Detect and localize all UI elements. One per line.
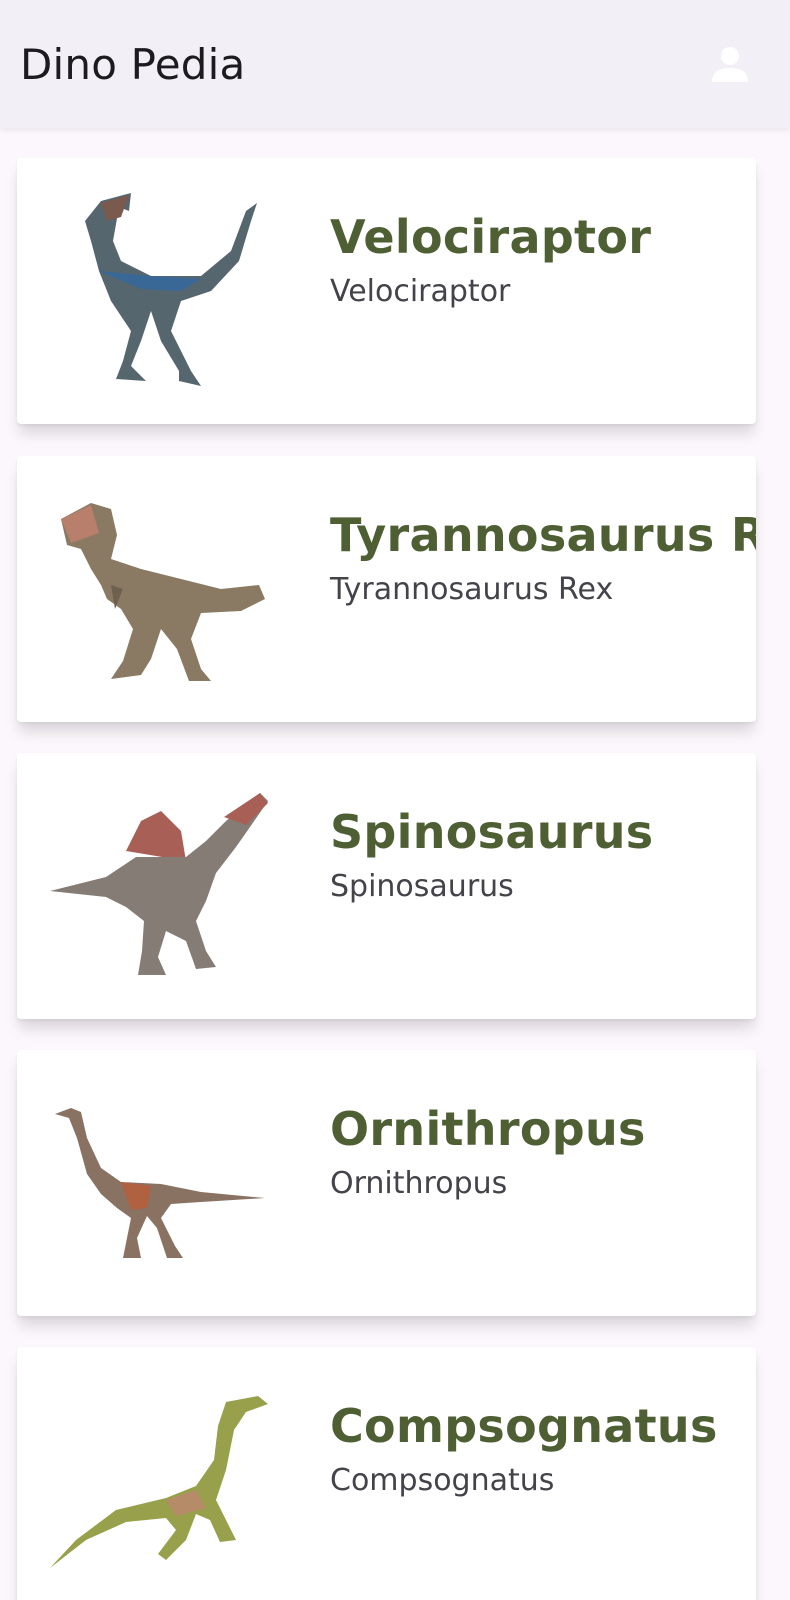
- person-icon: [712, 47, 748, 82]
- profile-button[interactable]: [702, 36, 758, 92]
- page-title: Dino Pedia: [20, 39, 246, 89]
- tyrannosaurus-image: [41, 476, 281, 702]
- dino-card-tyrannosaurus[interactable]: Tyrannosaurus Rex Tyrannosaurus Rex: [17, 456, 756, 722]
- dino-subtitle: Velociraptor: [330, 274, 511, 309]
- dino-card-compsognatus[interactable]: Compsognatus Compsognatus: [17, 1347, 756, 1600]
- dino-title: Ornithropus: [330, 1102, 646, 1156]
- dino-subtitle: Spinosaurus: [330, 869, 514, 904]
- app-screen: Dino Pedia Velociraptor Velociraptor Tyr…: [0, 0, 790, 1600]
- dino-title: Velociraptor: [330, 210, 652, 264]
- dino-card-ornithropus[interactable]: Ornithropus Ornithropus: [17, 1050, 756, 1316]
- dino-subtitle: Tyrannosaurus Rex: [330, 572, 614, 607]
- dino-title: Spinosaurus: [330, 805, 654, 859]
- dino-card-velociraptor[interactable]: Velociraptor Velociraptor: [17, 158, 756, 424]
- velociraptor-image: [41, 178, 281, 404]
- dino-title: Tyrannosaurus Rex: [330, 508, 756, 562]
- compsognatus-image: [41, 1367, 281, 1593]
- dino-title: Compsognatus: [330, 1399, 718, 1453]
- dino-card-spinosaurus[interactable]: Spinosaurus Spinosaurus: [17, 753, 756, 1019]
- dino-subtitle: Ornithropus: [330, 1166, 508, 1201]
- app-bar: Dino Pedia: [0, 0, 790, 128]
- ornithropus-image: [41, 1070, 281, 1296]
- dino-subtitle: Compsognatus: [330, 1463, 555, 1498]
- spinosaurus-image: [41, 773, 281, 999]
